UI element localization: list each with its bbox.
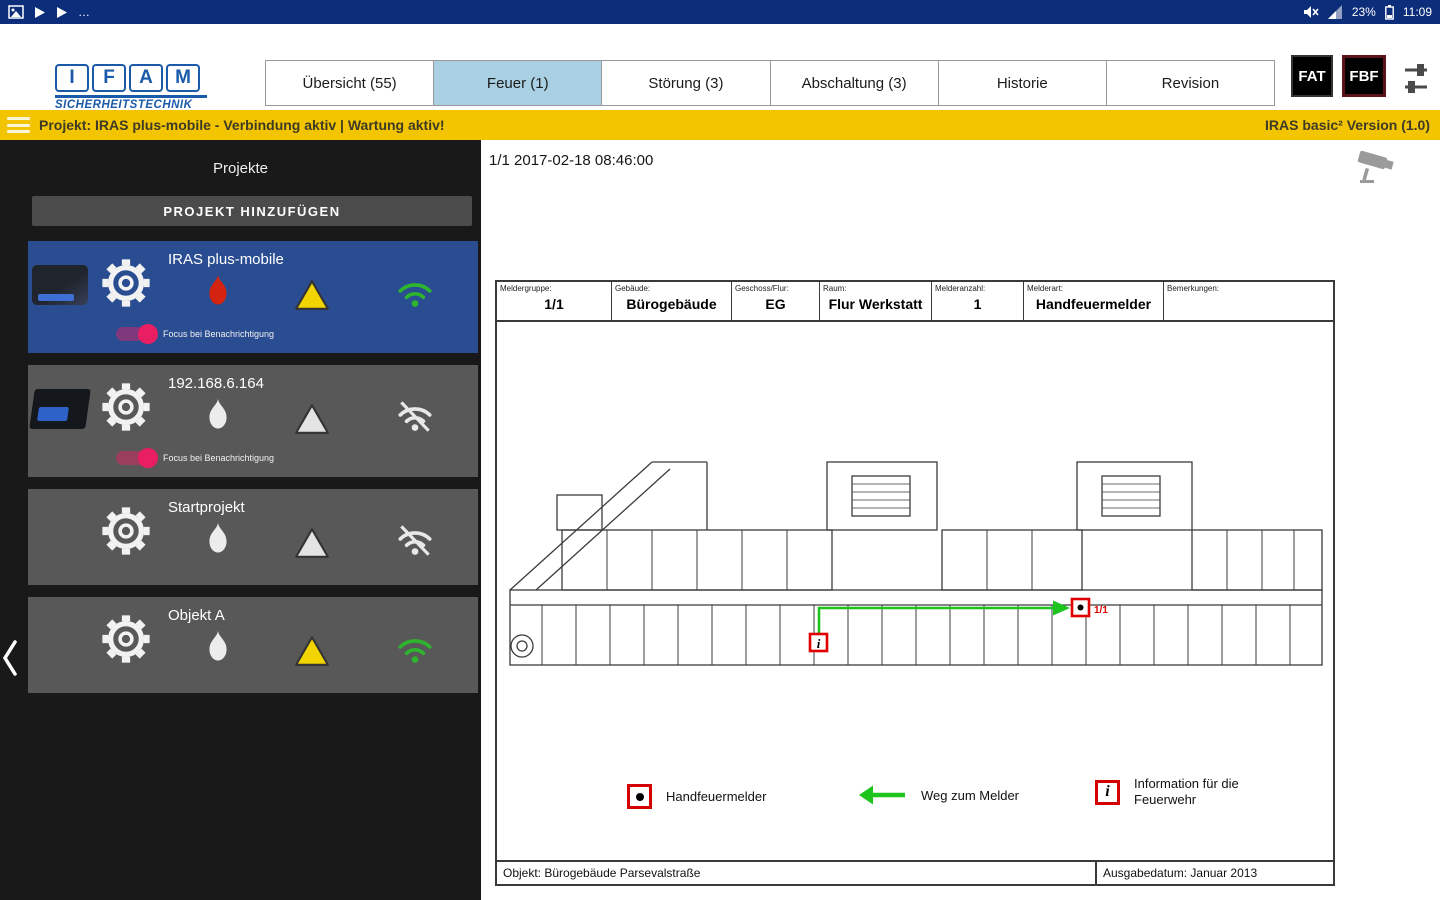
project-status-text: Projekt: IRAS plus-mobile - Verbindung a… (39, 117, 445, 133)
svg-text:i: i (817, 636, 821, 651)
ifam-logo: I F A M SICHERHEITSTECHNIK (55, 64, 207, 111)
warning-triangle-icon (294, 279, 330, 311)
drawer-collapse-chevron[interactable] (2, 638, 18, 678)
project-item-objekt-a[interactable]: Objekt A (28, 597, 478, 693)
projects-drawer: Projekte PROJEKT HINZUFÜGEN IRAS plus-mo… (0, 140, 481, 900)
laufkarte-legend: Handfeuermelder Weg zum Melder i Informa… (497, 774, 1333, 830)
project-item-iras-plus-mobile[interactable]: IRAS plus-mobile Focus bei Benachrichtig… (28, 241, 478, 353)
app-header: I F A M SICHERHEITSTECHNIK Übersicht (55… (0, 24, 1440, 111)
focus-toggle-label: Focus bei Benachrichtigung (163, 329, 275, 339)
logo-letter: F (92, 64, 126, 92)
info-marker: i (808, 632, 829, 653)
warning-triangle-icon (294, 635, 330, 667)
project-list: IRAS plus-mobile Focus bei Benachrichtig… (28, 241, 478, 693)
gear-icon[interactable] (100, 257, 152, 309)
fire-alarm-icon (204, 275, 232, 305)
project-item-192-168-6-164[interactable]: 192.168.6.164 Focus bei Benachrichtigung (28, 365, 478, 477)
wifi-disconnected-icon (394, 523, 436, 557)
logo-letter: M (166, 64, 200, 92)
media-notification-icon (57, 6, 67, 18)
hamburger-menu-icon[interactable] (7, 117, 30, 133)
android-status-bar: … 23% 11:09 (0, 0, 1440, 24)
ausgabedatum-text: Ausgabedatum: Januar 2013 (1095, 862, 1333, 884)
event-timestamp: 1/1 2017-02-18 08:46:00 (489, 152, 654, 169)
project-name: Startprojekt (168, 499, 245, 516)
project-device-image (30, 259, 90, 309)
version-text: IRAS basic² Version (1.0) (1265, 117, 1430, 133)
tab-stoerung[interactable]: Störung (3) (602, 61, 771, 105)
project-name: IRAS plus-mobile (168, 251, 284, 268)
tab-historie[interactable]: Historie (938, 61, 1107, 105)
project-device-image (29, 383, 91, 433)
laufkarte-header-table: Meldergruppe: 1/1 Gebäude: Bürogebäude G… (497, 282, 1333, 322)
tab-uebersicht[interactable]: Übersicht (55) (266, 61, 435, 105)
battery-icon (1384, 4, 1394, 20)
add-project-button[interactable]: PROJEKT HINZUFÜGEN (32, 196, 472, 226)
objekt-text: Objekt: Bürogebäude Parsevalstraße (503, 866, 701, 880)
tab-abschaltung[interactable]: Abschaltung (3) (770, 61, 939, 105)
battery-percent-text: 23% (1351, 5, 1376, 19)
volume-muted-icon (1303, 6, 1319, 18)
tab-revision[interactable]: Revision (1106, 61, 1275, 105)
fire-alarm-icon (204, 399, 232, 429)
laufkarte-document: Meldergruppe: 1/1 Gebäude: Bürogebäude G… (495, 280, 1335, 886)
fbf-button[interactable]: FBF (1342, 55, 1386, 97)
col-melderart: Melderart: Handfeuermelder (1024, 282, 1164, 320)
gear-icon[interactable] (100, 505, 152, 557)
wifi-disconnected-icon (394, 399, 436, 433)
settings-sliders-icon[interactable] (1402, 58, 1430, 98)
col-bemerkungen: Bemerkungen: (1167, 284, 1220, 293)
notification-overflow-dots: … (78, 5, 90, 19)
logo-underline (55, 95, 207, 98)
focus-toggle[interactable] (116, 448, 158, 468)
handfeuermelder-symbol (627, 784, 652, 809)
legend-handfeuermelder: Handfeuermelder (627, 784, 766, 809)
wifi-connected-icon (394, 631, 436, 665)
project-name: Objekt A (168, 607, 225, 624)
route-arrow-symbol (859, 785, 905, 805)
project-item-startprojekt[interactable]: Startprojekt (28, 489, 478, 585)
play-notification-icon (35, 6, 45, 18)
project-status-bar: Projekt: IRAS plus-mobile - Verbindung a… (0, 110, 1440, 140)
fire-alarm-icon (204, 631, 232, 661)
tab-feuer[interactable]: Feuer (1) (434, 61, 603, 105)
focus-toggle[interactable] (116, 324, 158, 344)
project-name: 192.168.6.164 (168, 375, 264, 392)
warning-triangle-icon (294, 527, 330, 559)
logo-letter: I (55, 64, 89, 92)
tab-bar: Übersicht (55) Feuer (1) Störung (3) Abs… (265, 60, 1275, 106)
clock-text: 11:09 (1402, 5, 1432, 19)
focus-toggle-label: Focus bei Benachrichtigung (163, 453, 275, 463)
fire-alarm-icon (204, 523, 232, 553)
drawer-title: Projekte (212, 160, 269, 177)
signal-strength-icon (1327, 5, 1342, 19)
svg-text:1/1: 1/1 (1094, 605, 1108, 616)
route-to-detector (817, 600, 1070, 642)
col-meldergruppe: Meldergruppe: 1/1 (497, 282, 612, 320)
legend-weg-zum-melder: Weg zum Melder (859, 784, 1019, 806)
app-screen: … 23% 11:09 I F A M SICHERHEITSTECHNIK Ü… (0, 0, 1440, 900)
col-melderanzahl: Melderanzahl: 1 (932, 282, 1024, 320)
col-geschoss: Geschoss/Flur: EG (732, 282, 820, 320)
detector-marker: 1/1 (1070, 597, 1108, 618)
fat-button[interactable]: FAT (1291, 55, 1333, 97)
info-symbol: i (1095, 779, 1120, 805)
warning-triangle-icon (294, 403, 330, 435)
col-gebaeude: Gebäude: Bürogebäude (612, 282, 732, 320)
wifi-connected-icon (394, 275, 436, 309)
screenshot-notification-icon (8, 5, 24, 19)
logo-letter: A (129, 64, 163, 92)
laufkarte-footer: Objekt: Bürogebäude Parsevalstraße Ausga… (497, 860, 1333, 884)
floor-plan: 1/1 i (509, 461, 1323, 666)
col-raum: Raum: Flur Werkstatt (820, 282, 932, 320)
cctv-camera-icon[interactable] (1356, 148, 1398, 186)
legend-information-feuerwehr: i Information für die Feuerwehr (1095, 776, 1264, 809)
gear-icon[interactable] (100, 381, 152, 433)
main-content: 1/1 2017-02-18 08:46:00 Meldergruppe: 1/… (481, 140, 1440, 900)
gear-icon[interactable] (100, 613, 152, 665)
